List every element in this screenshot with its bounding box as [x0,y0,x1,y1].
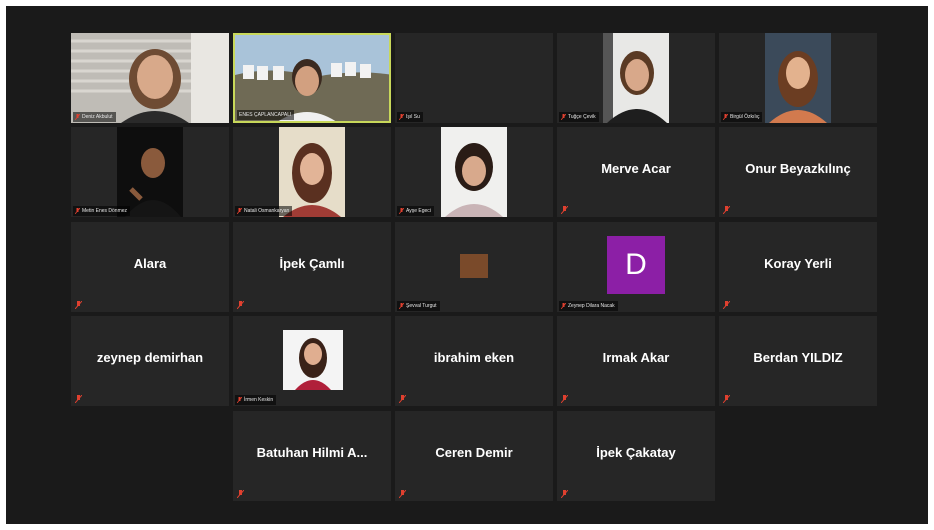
participant-name: Ayşe Egeci [406,208,431,214]
participant-name: Natali Osmankaryan [244,208,290,214]
participant-name: zeynep demirhan [96,350,204,365]
mic-muted-icon [561,490,568,498]
participant-name: Metin Enes Dönmez [82,208,128,214]
mic-muted-icon [237,301,244,309]
mic-muted-icon [723,395,730,403]
mic-muted-icon [237,207,242,214]
participant-name-tag: Natali Osmankaryan [235,206,293,216]
participant-tile[interactable]: İrmen Keskin [233,316,391,406]
mic-muted-icon [561,395,568,403]
participant-tile[interactable]: Alara [71,222,229,312]
participant-name: İpek Çakatay [596,445,676,460]
participant-tile[interactable]: Onur Beyazkılınç [719,127,877,217]
participant-name-tag: İrmen Keskin [235,395,277,405]
participant-name: Berdan YILDIZ [753,350,843,365]
participant-name-tag: Zeynep Dilara Nacak [559,301,618,311]
participant-name-tag: Şevval Turgut [397,301,440,311]
participant-name-tag: Işıl Su [397,112,423,122]
mic-muted-icon [723,113,728,120]
participant-tile[interactable]: ibrahim eken [395,316,553,406]
participant-name: Irmak Akar [602,350,670,365]
participant-video [279,127,345,217]
participant-name-tag: ENES ÇAPLANCAPALI [237,110,295,120]
mic-muted-icon [561,302,566,309]
mic-muted-icon [399,302,404,309]
participant-tile[interactable]: Ayşe Egeci [395,127,553,217]
mic-muted-icon [561,206,568,214]
participant-name: Merve Acar [601,161,671,176]
participant-video [441,127,507,217]
meeting-window: Deniz Akbulut ENES ÇAPLANCAPALI Işıl Su [6,6,928,524]
participant-tile[interactable]: Metin Enes Dönmez [71,127,229,217]
participant-tile[interactable]: Koray Yerli [719,222,877,312]
participant-name: ENES ÇAPLANCAPALI [239,112,292,118]
participant-tile[interactable]: Tuğçe Çevik [557,33,715,123]
mic-muted-icon [237,490,244,498]
mic-muted-icon [723,206,730,214]
mic-muted-icon [561,113,566,120]
participant-tile[interactable]: İpek Çamlı [233,222,391,312]
participant-name-tag: Birgül Özkılıç [721,112,763,122]
participant-name: Tuğçe Çevik [568,114,596,120]
mic-muted-icon [399,395,406,403]
participant-tile[interactable]: D Zeynep Dilara Nacak [557,222,715,312]
participant-name-tag: Tuğçe Çevik [559,112,599,122]
avatar: D [607,236,665,294]
participant-name-tag: Deniz Akbulut [73,112,116,122]
participant-video [71,33,229,123]
mic-muted-icon [75,207,80,214]
participant-video [603,33,669,123]
participant-name: İpek Çamlı [279,256,345,271]
participant-tile[interactable]: Birgül Özkılıç [719,33,877,123]
participant-tile[interactable]: zeynep demirhan [71,316,229,406]
mic-muted-icon [723,301,730,309]
participant-tile[interactable]: Batuhan Hilmi A... [233,411,391,501]
participant-video [765,33,831,123]
participant-video [283,330,343,390]
participant-name: Deniz Akbulut [82,114,113,120]
participant-name: Zeynep Dilara Nacak [568,303,615,309]
mic-muted-icon [399,490,406,498]
mic-muted-icon [75,301,82,309]
participant-tile[interactable]: Natali Osmankaryan [233,127,391,217]
participant-name: Onur Beyazkılınç [745,161,851,176]
participant-name: İrmen Keskin [244,397,274,403]
participant-name: Işıl Su [406,114,420,120]
mic-muted-icon [399,207,404,214]
participant-tile[interactable]: Irmak Akar [557,316,715,406]
participant-tile-active-speaker[interactable]: ENES ÇAPLANCAPALI [233,33,391,123]
participant-tile[interactable]: Işıl Su [395,33,553,123]
participant-thumbnail [460,254,488,278]
mic-muted-icon [75,395,82,403]
participant-tile[interactable]: İpek Çakatay [557,411,715,501]
participant-tile[interactable]: Berdan YILDIZ [719,316,877,406]
participant-name: Alara [133,256,167,271]
participant-tile[interactable]: Merve Acar [557,127,715,217]
mic-muted-icon [237,396,242,403]
participant-name: Şevval Turgut [406,303,437,309]
participant-tile[interactable]: Şevval Turgut [395,222,553,312]
participant-name: Batuhan Hilmi A... [256,445,368,460]
participant-name: ibrahim eken [433,350,515,365]
participant-tile[interactable]: Ceren Demir [395,411,553,501]
participant-name: Koray Yerli [764,256,832,271]
participant-name: Ceren Demir [435,445,513,460]
participant-name: Birgül Özkılıç [730,114,760,120]
mic-muted-icon [399,113,404,120]
participant-tile[interactable]: Deniz Akbulut [71,33,229,123]
mic-muted-icon [75,113,80,120]
participant-name-tag: Ayşe Egeci [397,206,434,216]
participant-name-tag: Metin Enes Dönmez [73,206,131,216]
participant-video [117,127,183,217]
